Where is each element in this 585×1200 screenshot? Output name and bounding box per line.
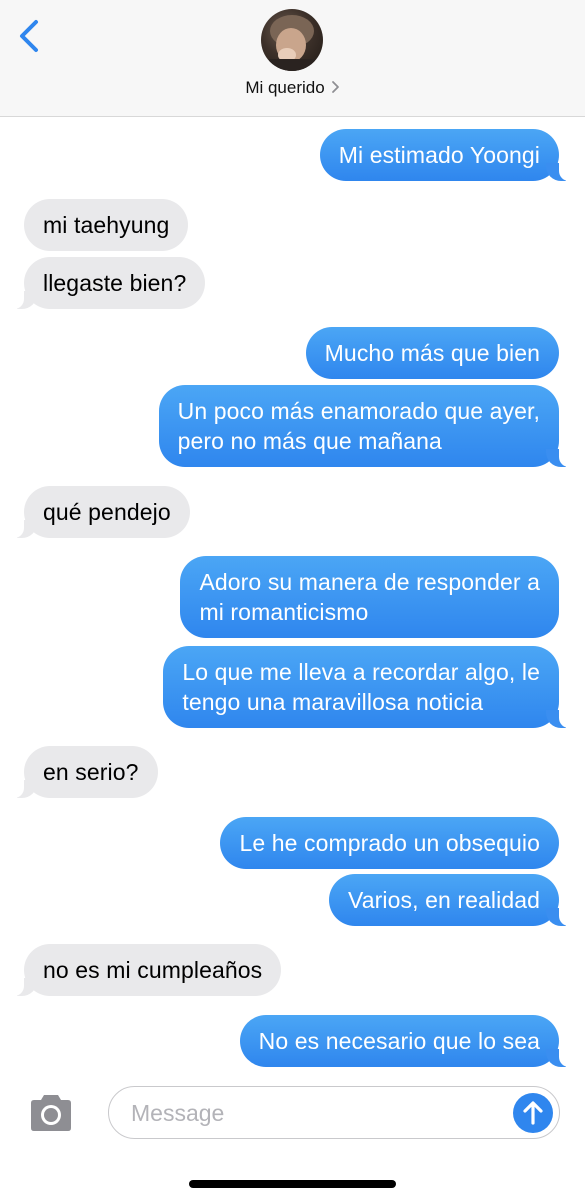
message-bubble-outgoing[interactable]: Mi estimado Yoongi (319, 129, 570, 181)
back-button[interactable] (12, 14, 52, 58)
message-input[interactable] (129, 1095, 503, 1131)
camera-icon (31, 1095, 71, 1131)
arrow-up-icon (523, 1101, 543, 1125)
contact-name-button[interactable]: Mi querido (0, 78, 585, 99)
message-bubble-outgoing[interactable]: Mucho más que bien (305, 327, 559, 379)
home-indicator[interactable] (189, 1180, 396, 1188)
message-input-container (108, 1086, 560, 1139)
message-bubble-outgoing[interactable]: No es necesario que lo sea (239, 1015, 570, 1067)
message-bubble-incoming[interactable]: llegaste bien? (13, 257, 206, 309)
send-button[interactable] (513, 1093, 553, 1133)
message-bubble-outgoing[interactable]: Un poco más enamorado que ayer, pero no … (158, 385, 570, 467)
message-bubble-outgoing[interactable]: Adoro su manera de responder a mi romant… (180, 556, 559, 638)
chevron-left-icon (20, 20, 38, 52)
message-bubble-outgoing[interactable]: Lo que me lleva a recordar algo, le teng… (163, 646, 569, 728)
message-bubble-outgoing[interactable]: Le he comprado un obsequio (220, 817, 559, 869)
message-thread: Mi estimado Yoongi mi taehyung llegaste … (0, 117, 585, 1072)
messages-screen: Mi querido Mi estimado Yoongi mi taehyun… (0, 0, 585, 1200)
avatar[interactable] (261, 9, 323, 71)
message-bubble-incoming[interactable]: no es mi cumpleaños (13, 944, 282, 996)
contact-name: Mi querido (245, 78, 325, 97)
message-bubble-incoming[interactable]: en serio? (14, 746, 158, 798)
chevron-right-icon (331, 79, 340, 99)
camera-button[interactable] (27, 1093, 75, 1133)
message-bubble-outgoing[interactable]: Varios, en realidad (329, 874, 569, 926)
message-bubble-incoming[interactable]: mi taehyung (24, 199, 189, 251)
conversation-header: Mi querido (0, 0, 585, 117)
avatar-photo (269, 15, 315, 71)
message-bubble-incoming[interactable]: qué pendejo (14, 486, 190, 538)
